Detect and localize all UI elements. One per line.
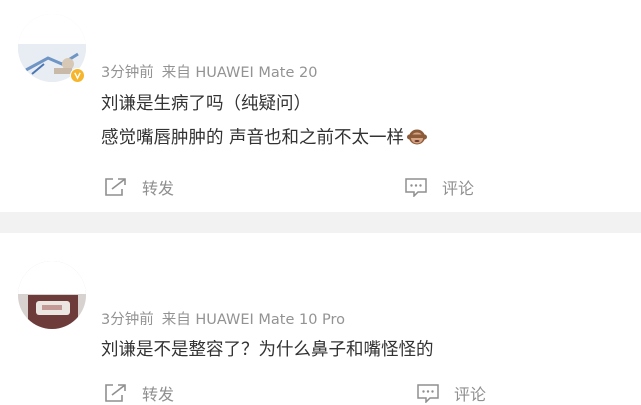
- comment-text-line: 刘谦是不是整容了？为什么鼻子和嘴怪怪的: [101, 340, 434, 360]
- comment-button[interactable]: 评论: [416, 381, 486, 405]
- repost-label: 转发: [142, 385, 175, 404]
- post-separator: [0, 212, 641, 233]
- comment-button[interactable]: 评论: [404, 175, 474, 199]
- monkey-emoji-icon: [407, 128, 428, 146]
- verified-badge-icon: [70, 68, 85, 83]
- comment-icon: [405, 178, 427, 197]
- comment-card: 3分钟前 来自 HUAWEI Mate 10 Pro 刘谦是不是整容了？为什么鼻子…: [0, 233, 641, 404]
- repost-button[interactable]: 转发: [104, 381, 174, 405]
- comment-meta: 3分钟前 来自 HUAWEI Mate 10 Pro: [101, 308, 345, 329]
- comment-time: 3分钟前: [101, 65, 154, 81]
- repost-icon: [105, 384, 126, 402]
- repost-button[interactable]: 转发: [104, 175, 174, 199]
- comment-card: 3分钟前 来自 HUAWEI Mate 20 刘谦是生病了吗（纯疑问） 感觉嘴唇肿…: [0, 0, 641, 212]
- repost-icon: [105, 178, 126, 196]
- comment-source: 来自 HUAWEI Mate 20: [161, 65, 318, 81]
- comment-text: 感觉嘴唇肿肿的 声音也和之前不太一样: [101, 128, 405, 148]
- comment-label: 评论: [454, 385, 487, 404]
- comment-meta: 3分钟前 来自 HUAWEI Mate 20: [101, 61, 317, 82]
- comment-text-line: 感觉嘴唇肿肿的 声音也和之前不太一样: [101, 124, 428, 149]
- comment-text-line: 刘谦是生病了吗（纯疑问）: [101, 94, 311, 114]
- comment-label: 评论: [442, 179, 475, 198]
- avatar[interactable]: [18, 261, 86, 329]
- comment-time: 3分钟前: [101, 312, 154, 328]
- comment-source: 来自 HUAWEI Mate 10 Pro: [161, 312, 346, 328]
- comment-icon: [417, 384, 439, 403]
- repost-label: 转发: [142, 179, 175, 198]
